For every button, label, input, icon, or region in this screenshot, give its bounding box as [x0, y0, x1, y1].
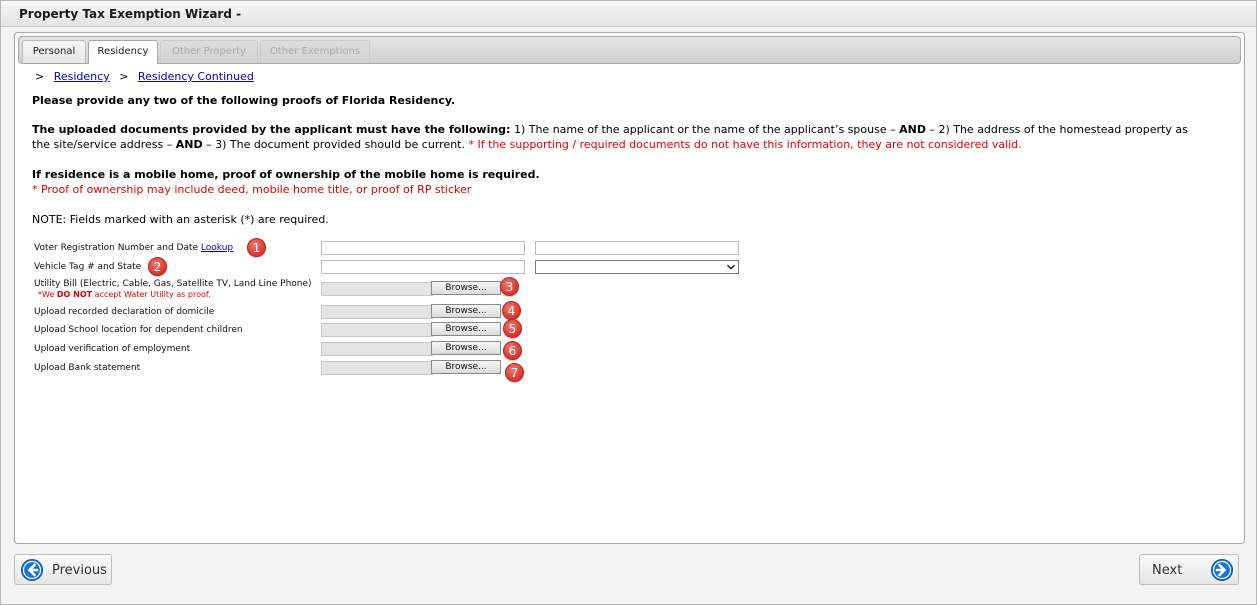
required-fields-note: NOTE: Fields marked with an asterisk (*)…	[32, 213, 329, 226]
utility-bill-file-field[interactable]	[321, 282, 433, 296]
step-badge-4: 4	[502, 301, 521, 320]
lookup-link[interactable]: Lookup	[201, 243, 233, 253]
and-1: AND	[899, 123, 926, 136]
previous-label: Previous	[52, 563, 107, 578]
mobile-home-note: * Proof of ownership may include deed, m…	[32, 183, 472, 196]
vehicle-tag-input[interactable]	[321, 260, 525, 274]
and-2: AND	[175, 138, 203, 151]
employment-browse-button[interactable]: Browse...	[431, 341, 501, 355]
school-location-browse-button[interactable]: Browse...	[431, 322, 501, 336]
mobile-home-text: If residence is a mobile home, proof of …	[32, 168, 540, 181]
title-bar: Property Tax Exemption Wizard -	[1, 1, 1256, 27]
employment-file-field[interactable]	[321, 342, 433, 356]
window-title: Property Tax Exemption Wizard -	[19, 7, 242, 21]
school-location-file-field[interactable]	[321, 323, 433, 337]
tab-other-exemptions: Other Exemptions	[260, 40, 370, 63]
bank-statement-browse-button[interactable]: Browse...	[431, 360, 501, 374]
step-badge-6: 6	[503, 341, 522, 360]
voter-registration-label: Voter Registration Number and Date Looku…	[34, 243, 233, 253]
domicile-browse-button[interactable]: Browse...	[431, 304, 501, 318]
arrow-right-circle-icon	[1211, 559, 1233, 581]
previous-button[interactable]: Previous	[14, 554, 112, 585]
tab-strip: Personal Residency Other Property Other …	[18, 36, 1241, 64]
utility-note-bold: DO NOT	[56, 290, 93, 299]
requirement-3: – 3) The document provided should be cur…	[202, 138, 469, 151]
requirements-text: The uploaded documents provided by the a…	[32, 122, 1202, 152]
breadcrumb: > Residency > Residency Continued	[35, 70, 254, 83]
step-badge-5: 5	[503, 319, 522, 338]
domicile-file-field[interactable]	[321, 305, 433, 319]
voter-registration-date-input[interactable]	[535, 241, 739, 255]
domicile-label: Upload recorded declaration of domicile	[34, 307, 215, 317]
vehicle-tag-label: Vehicle Tag # and State	[34, 262, 142, 272]
tab-other-property: Other Property	[160, 40, 258, 63]
utility-bill-label: Utility Bill (Electric, Cable, Gas, Sate…	[34, 279, 312, 289]
breadcrumb-residency-link[interactable]: Residency	[54, 70, 110, 83]
step-badge-3: 3	[500, 277, 519, 296]
utility-bill-browse-button[interactable]: Browse...	[431, 281, 501, 295]
breadcrumb-separator: >	[35, 70, 45, 83]
voter-registration-label-text: Voter Registration Number and Date	[34, 243, 199, 253]
chevron-down-icon	[727, 264, 735, 270]
arrow-left-circle-icon	[21, 559, 43, 581]
wizard-content: Personal Residency Other Property Other …	[14, 32, 1245, 544]
step-badge-7: 7	[505, 363, 524, 382]
step-badge-2: 2	[148, 257, 167, 276]
utility-note-pre: *We	[38, 290, 57, 299]
requirements-warning: * If the supporting / required documents…	[468, 138, 1022, 151]
tab-personal[interactable]: Personal	[22, 40, 86, 63]
intro-text: Please provide any two of the following …	[32, 94, 456, 107]
school-location-label: Upload School location for dependent chi…	[34, 325, 243, 335]
breadcrumb-residency-continued-link[interactable]: Residency Continued	[138, 70, 254, 83]
utility-bill-note: *We DO NOT accept Water Utility as proof…	[38, 290, 211, 299]
step-badge-1: 1	[247, 238, 266, 257]
requirement-1: 1) The name of the applicant or the name…	[510, 123, 900, 136]
next-button[interactable]: Next	[1139, 554, 1239, 585]
voter-registration-number-input[interactable]	[321, 241, 525, 255]
breadcrumb-separator: >	[119, 70, 129, 83]
utility-note-post: accept Water Utility as proof.	[92, 290, 211, 299]
employment-label: Upload verification of employment	[34, 344, 191, 354]
vehicle-state-select[interactable]	[535, 260, 739, 274]
next-label: Next	[1152, 563, 1183, 578]
bank-statement-label: Upload Bank statement	[34, 363, 141, 373]
requirements-heading: The uploaded documents provided by the a…	[32, 123, 511, 136]
tab-residency[interactable]: Residency	[88, 40, 158, 64]
wizard-window: Property Tax Exemption Wizard - Personal…	[0, 0, 1257, 605]
bank-statement-file-field[interactable]	[321, 361, 433, 375]
